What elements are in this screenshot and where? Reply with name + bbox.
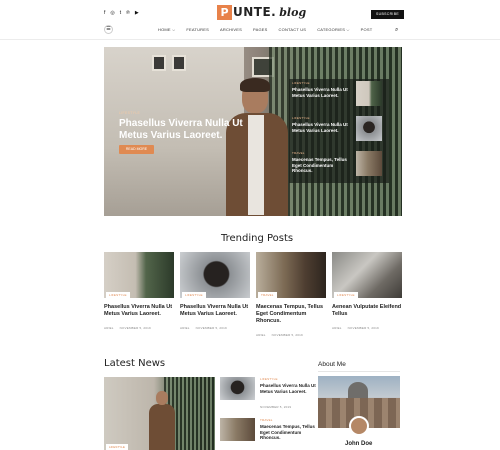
post-date: NOVEMBER 5, 2019 [195, 326, 227, 330]
nav-item-categories[interactable]: CATEGORIES ⌵ [317, 27, 349, 32]
side-post[interactable]: LIFESTYLE Phasellus Viverra Nulla Ut Met… [292, 116, 387, 146]
latest-small-thumbnail[interactable] [220, 418, 255, 441]
trending-image[interactable]: LIFESTYLE [332, 252, 402, 298]
trending-post-title[interactable]: Maecenas Tempus, Tellus Eget Condimentum… [256, 304, 326, 325]
side-post[interactable]: LIFESTYLE Phasellus Viverra Nulla Ut Met… [292, 81, 387, 111]
latest-main-image[interactable]: LIFESTYLE [104, 377, 215, 450]
trending-card[interactable]: LIFESTYLE Phasellus Viverra Nulla Ut Met… [104, 252, 174, 330]
pinterest-icon[interactable]: ℗ [126, 11, 130, 16]
subscribe-button[interactable]: SUBSCRIBE [371, 10, 404, 19]
side-post-title[interactable]: Maecenas Tempus, Tellus Eget Condimentum… [292, 157, 350, 174]
latest-small-post[interactable]: LIFESTYLE Phasellus Viverra Nulla Ut Met… [220, 377, 320, 409]
trending-title: Trending Posts [221, 233, 294, 244]
side-post-title[interactable]: Phasellus Viverra Nulla Ut Metus Varius … [292, 87, 350, 98]
trending-meta: ARIEL NOVEMBER 5, 2019 [332, 326, 402, 330]
hero-window [172, 55, 186, 71]
logo-script: blog [279, 5, 307, 19]
trending-post-title[interactable]: Phasellus Viverra Nulla Ut Metus Varius … [180, 304, 250, 318]
nav-item-features[interactable]: FEATURES [186, 27, 209, 32]
youtube-icon[interactable]: ▶ [135, 11, 139, 16]
trending-tag[interactable]: TRAVEL [258, 292, 277, 298]
hero-category-tag[interactable]: LIFESTYLE [119, 111, 140, 115]
header-divider [0, 39, 500, 40]
author-name: John Doe [345, 441, 373, 447]
side-post-thumbnail[interactable] [356, 81, 382, 106]
side-post-thumbnail[interactable] [356, 151, 382, 176]
logo-letter: P [217, 4, 232, 20]
hero-slider[interactable]: LIFESTYLE Phasellus Viverra Nulla Ut Met… [104, 47, 402, 216]
post-date: NOVEMBER 5, 2019 [347, 326, 379, 330]
nav-item-post[interactable]: POST [361, 27, 373, 32]
latest-person-image [149, 391, 175, 450]
latest-small-title[interactable]: Phasellus Viverra Nulla Ut Metus Varius … [260, 383, 318, 394]
trending-image[interactable]: LIFESTYLE [180, 252, 250, 298]
trending-image[interactable]: TRAVEL [256, 252, 326, 298]
trending-card[interactable]: LIFESTYLE Phasellus Viverra Nulla Ut Met… [180, 252, 250, 330]
person-hair [240, 78, 270, 92]
avatar [349, 416, 369, 436]
social-links: f ◎ t ℗ ▶ [104, 11, 139, 16]
nav-item-pages[interactable]: PAGES [253, 27, 268, 32]
latest-main-tag[interactable]: LIFESTYLE [106, 444, 128, 450]
twitter-icon[interactable]: t [120, 11, 121, 16]
trending-meta: ARIEL NOVEMBER 5, 2019 [180, 326, 250, 330]
post-date: NOVEMBER 5, 2019 [119, 326, 151, 330]
trending-post-title[interactable]: Phasellus Viverra Nulla Ut Metus Varius … [104, 304, 174, 318]
menu-icon[interactable]: ☰ [104, 25, 113, 34]
facebook-icon[interactable]: f [104, 11, 105, 16]
about-me-title: About Me [318, 361, 346, 368]
top-bar: f ◎ t ℗ ▶ P UNTE. blog SUBSCRIBE [0, 0, 500, 28]
person-shirt [248, 115, 264, 215]
post-author[interactable]: ARIEL [256, 333, 266, 337]
trending-card[interactable]: LIFESTYLE Aenean Vulputate Eleifend Tell… [332, 252, 402, 330]
trending-tag[interactable]: LIFESTYLE [182, 292, 206, 298]
trending-meta: ARIEL NOVEMBER 5, 2019 [256, 333, 326, 337]
side-post[interactable]: TRAVEL Maecenas Tempus, Tellus Eget Cond… [292, 151, 387, 181]
latest-small-date: NOVEMBER 5, 2019 [260, 405, 292, 409]
latest-small-tag[interactable]: TRAVEL [260, 418, 273, 422]
latest-small-thumbnail[interactable] [220, 377, 255, 400]
logo-text: UNTE. [233, 5, 277, 19]
latest-small-title[interactable]: Maecenas Tempus, Tellus Eget Condimentum… [260, 424, 318, 441]
trending-post-title[interactable]: Aenean Vulputate Eleifend Tellus [332, 304, 402, 318]
hero-window [152, 55, 166, 71]
read-more-button[interactable]: READ MORE [119, 145, 154, 154]
hero-side-posts: LIFESTYLE Phasellus Viverra Nulla Ut Met… [289, 79, 389, 183]
trending-tag[interactable]: LIFESTYLE [106, 292, 130, 298]
latest-small-post[interactable]: TRAVEL Maecenas Tempus, Tellus Eget Cond… [220, 418, 320, 448]
post-author[interactable]: ARIEL [104, 326, 114, 330]
post-date: NOVEMBER 5, 2019 [271, 333, 303, 337]
latest-small-tag[interactable]: LIFESTYLE [260, 377, 278, 381]
side-post-title[interactable]: Phasellus Viverra Nulla Ut Metus Varius … [292, 122, 350, 133]
post-author[interactable]: ARIEL [332, 326, 342, 330]
latest-news-title: Latest News [104, 358, 166, 369]
post-author[interactable]: ARIEL [180, 326, 190, 330]
nav-item-contact[interactable]: CONTACT US [279, 27, 307, 32]
hero-title[interactable]: Phasellus Viverra Nulla Ut Metus Varius … [119, 118, 244, 142]
about-divider [318, 371, 400, 372]
site-logo[interactable]: P UNTE. blog [217, 3, 306, 21]
trending-card[interactable]: TRAVEL Maecenas Tempus, Tellus Eget Cond… [256, 252, 326, 337]
person-jacket [149, 404, 175, 450]
trending-image[interactable]: LIFESTYLE [104, 252, 174, 298]
person-head [156, 391, 168, 405]
trending-meta: ARIEL NOVEMBER 5, 2019 [104, 326, 174, 330]
nav-item-home[interactable]: HOME ⌵ [158, 27, 175, 32]
trending-tag[interactable]: LIFESTYLE [334, 292, 358, 298]
hero-person-image [226, 78, 288, 216]
nav-item-archives[interactable]: ARCHIVES [220, 27, 242, 32]
main-nav: HOME ⌵ FEATURES ARCHIVES PAGES CONTACT U… [158, 27, 372, 32]
instagram-icon[interactable]: ◎ [110, 11, 114, 16]
search-icon[interactable]: ⌕ [395, 27, 398, 34]
side-post-thumbnail[interactable] [356, 116, 382, 141]
